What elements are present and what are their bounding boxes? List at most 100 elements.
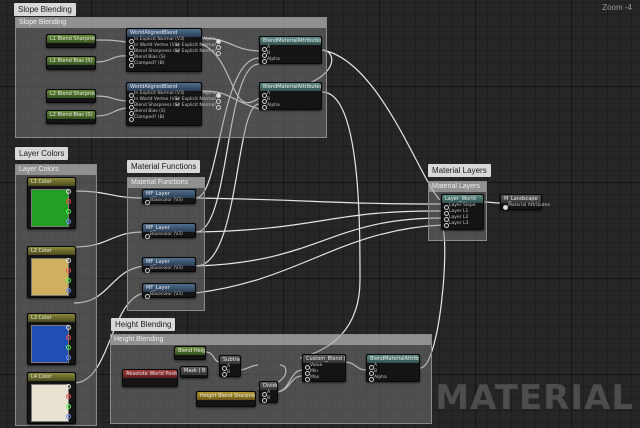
basecolor-input-pin[interactable]: Basecolor (V3) <box>143 198 195 205</box>
blend-material-attributes-node-3[interactable]: BlendMaterialAttributes A B Alpha <box>366 354 420 382</box>
slope-blending-header: Slope Blending <box>16 18 326 28</box>
rgb-pin[interactable] <box>66 384 71 389</box>
material-layers-label[interactable]: Material Layers <box>428 164 491 177</box>
l1-blend-sharpness-node[interactable]: L1 Blend Sharpness (S) <box>46 34 96 48</box>
layer-world-node[interactable]: Layer_World Layer Slope Layer L1 Layer L… <box>441 194 484 230</box>
material-functions-header: Material Functions <box>128 178 204 188</box>
node-title: Subtract <box>220 356 240 364</box>
g-pin[interactable] <box>66 278 71 283</box>
b-pin[interactable] <box>66 219 71 224</box>
node-title: L2 Color <box>28 247 75 255</box>
node-title: Custom_Blend (Height) <box>303 355 345 363</box>
input-pin-alpha[interactable]: Alpha <box>260 57 321 64</box>
input-pin-alpha[interactable]: Alpha <box>260 103 321 110</box>
node-title: BlendMaterialAttributes <box>260 37 321 45</box>
slope-blending-label[interactable]: Slope Blending <box>14 3 76 16</box>
zoom-level: Zoom -4 <box>602 3 632 12</box>
world-aligned-blend-node-1[interactable]: WorldAlignedBlend In Explicit Normal (V3… <box>126 28 221 72</box>
node-title: L1 Color <box>28 178 75 186</box>
l2-blend-bias-node[interactable]: L2 Blend Bias (S) <box>46 110 96 124</box>
l1-color-node[interactable]: L1 Color <box>27 177 76 229</box>
world-aligned-blend-node-2[interactable]: WorldAlignedBlend In Explicit Normal (V3… <box>126 82 221 126</box>
output-pin[interactable]: w/ Explicit Normal <box>175 49 223 56</box>
layer-colors-header: Layer Colors <box>16 165 96 175</box>
basecolor-input-pin[interactable]: Basecolor (V3) <box>143 292 195 299</box>
node-title: Layer_World <box>442 195 483 203</box>
l1-blend-bias-node[interactable]: L1 Blend Bias (S) <box>46 56 96 70</box>
g-pin[interactable] <box>66 209 71 214</box>
node-title: L2 Blend Sharpness (S) <box>47 90 95 98</box>
b-pin[interactable] <box>66 288 71 293</box>
mask-node[interactable]: Mask ( B ) <box>180 366 208 378</box>
g-pin[interactable] <box>66 404 71 409</box>
output-pin[interactable]: w/ Explicit Normal <box>175 103 223 110</box>
input-pin[interactable]: Clamped? (B) <box>127 61 175 68</box>
r-pin[interactable] <box>66 268 71 273</box>
b-pin[interactable] <box>66 414 71 419</box>
node-title: Height Blend Sharpness <box>197 392 255 400</box>
node-title: MF_Layer <box>143 258 195 266</box>
material-layers-header: Material Layers <box>429 182 486 192</box>
layer-colors-label[interactable]: Layer Colors <box>15 147 69 160</box>
mf-layer-node-1[interactable]: MF_Layer Basecolor (V3) <box>142 189 196 205</box>
material-attributes-pin[interactable]: Material Attributes <box>501 203 550 210</box>
absolute-world-position-node[interactable]: Absolute World Position <box>122 369 178 387</box>
blend-material-attributes-node-1[interactable]: BlendMaterialAttributes A B Alpha <box>259 36 322 64</box>
divide-node[interactable]: Divide A B <box>259 381 278 403</box>
blend-height-node[interactable]: Blend Height <box>174 346 206 360</box>
node-title: L1 Blend Sharpness (S) <box>47 35 95 43</box>
input-pin-b[interactable]: B <box>260 396 277 403</box>
g-pin[interactable] <box>66 345 71 350</box>
rgb-pin[interactable] <box>66 325 71 330</box>
mf-layer-node-3[interactable]: MF_Layer Basecolor (V3) <box>142 257 196 273</box>
node-title: BlendMaterialAttributes <box>367 355 419 363</box>
blend-material-attributes-node-2[interactable]: BlendMaterialAttributes A B Alpha <box>259 82 322 110</box>
node-title: Divide <box>260 382 277 390</box>
node-title: Mask ( B ) <box>181 367 207 375</box>
node-title: MF_Layer <box>143 190 195 198</box>
color-swatch <box>31 384 69 422</box>
node-title: MF_Layer <box>143 224 195 232</box>
input-pin-b[interactable]: B <box>220 370 240 377</box>
node-title: L1 Blend Bias (S) <box>47 57 95 65</box>
rgb-pin[interactable] <box>66 189 71 194</box>
material-functions-label[interactable]: Material Functions <box>127 160 201 173</box>
color-swatch <box>31 325 69 363</box>
rgb-pin[interactable] <box>66 258 71 263</box>
r-pin[interactable] <box>66 394 71 399</box>
node-title: WorldAlignedBlend <box>127 83 201 91</box>
layer-l3-pin[interactable]: Layer L3 <box>442 221 483 228</box>
l2-color-node[interactable]: L2 Color <box>27 246 76 298</box>
color-swatch <box>31 258 69 296</box>
node-title: BlendMaterialAttributes <box>260 83 321 91</box>
basecolor-input-pin[interactable]: Basecolor (V3) <box>143 232 195 239</box>
max-pin[interactable]: Max <box>303 375 345 382</box>
node-title: MF_Layer <box>143 284 195 292</box>
m-landscape-output-node[interactable]: M_Landscape Material Attributes <box>500 194 550 210</box>
input-pin[interactable]: Clamped? (B) <box>127 115 175 122</box>
color-swatch <box>31 189 69 227</box>
node-title: WorldAlignedBlend <box>127 29 201 37</box>
mf-layer-node-2[interactable]: MF_Layer Basecolor (V3) <box>142 223 196 239</box>
basecolor-input-pin[interactable]: Basecolor (V3) <box>143 266 195 273</box>
material-watermark: MATERIAL <box>435 378 634 418</box>
subtract-node[interactable]: Subtract A B <box>219 355 241 377</box>
height-blending-header: Height Blending <box>111 335 431 345</box>
height-blend-sharpness-node[interactable]: Height Blend Sharpness <box>196 391 256 407</box>
node-title: Absolute World Position <box>123 370 177 378</box>
node-title: L2 Blend Bias (S) <box>47 111 95 119</box>
node-title: Blend Height <box>175 347 205 355</box>
r-pin[interactable] <box>66 335 71 340</box>
custom-blend-height-node[interactable]: Custom_Blend (Height) Value Min Max <box>302 354 346 382</box>
b-pin[interactable] <box>66 355 71 360</box>
node-title: M_Landscape <box>501 195 541 203</box>
l4-color-node[interactable]: L4 Color <box>27 372 76 424</box>
mf-layer-node-4[interactable]: MF_Layer Basecolor (V3) <box>142 283 196 299</box>
input-pin-alpha[interactable]: Alpha <box>367 375 419 382</box>
r-pin[interactable] <box>66 199 71 204</box>
l2-blend-sharpness-node[interactable]: L2 Blend Sharpness (S) <box>46 89 96 103</box>
node-title: L3 Color <box>28 314 75 322</box>
l3-color-node[interactable]: L3 Color <box>27 313 76 365</box>
height-blending-label[interactable]: Height Blending <box>111 318 176 331</box>
node-title: L4 Color <box>28 373 75 381</box>
